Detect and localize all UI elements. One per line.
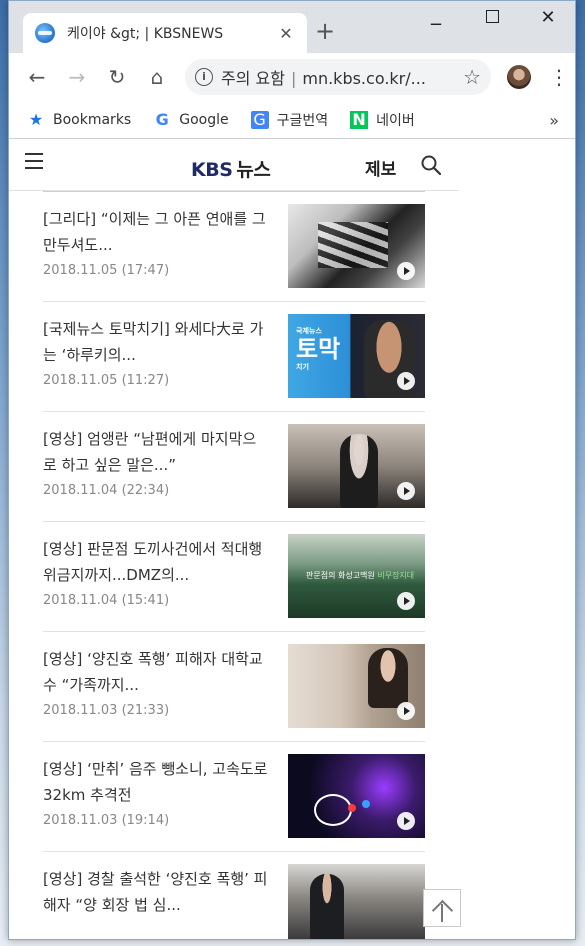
tab-close-icon[interactable]: ✕	[277, 24, 295, 43]
article-date: 2018.11.03 (21:33)	[43, 703, 170, 718]
list-item[interactable]: [영상] ‘양진호 폭행’ 피해자 대학교수 “가족까지... 2018.11.…	[43, 631, 425, 741]
tab-title: 케이야 &gt; | KBSNEWS	[67, 26, 224, 42]
article-date: 2018.11.05 (11:27)	[43, 373, 170, 388]
page-content: KBS 뉴스 제보 [그리다] “이제는 그 아픈 연애를 그만두셔도... 20…	[9, 139, 575, 939]
article-date: 2018.11.03 (19:14)	[43, 813, 170, 828]
article-title[interactable]: [영상] 경찰 출석한 ‘양진호 폭행’ 피해자 “양 회장 법 심...	[43, 866, 269, 918]
new-tab-button[interactable]: +	[315, 19, 335, 43]
article-date: 2018.11.04 (22:34)	[43, 483, 170, 498]
star-icon: ★	[28, 110, 44, 129]
address-text[interactable]: 주의 요함 | mn.kbs.co.kr/...	[221, 65, 457, 89]
scroll-to-top-button[interactable]	[423, 889, 461, 927]
reload-button[interactable]: ↻	[105, 65, 129, 89]
back-button[interactable]: ←	[25, 65, 49, 89]
play-icon[interactable]	[397, 262, 415, 280]
article-thumbnail[interactable]	[288, 424, 425, 508]
bookmark-label: Bookmarks	[53, 111, 132, 128]
forward-button[interactable]: →	[65, 65, 89, 89]
article-thumbnail[interactable]	[288, 644, 425, 728]
list-item[interactable]: [국제뉴스 토막치기] 와세다大로 가는 ‘하루키의... 2018.11.05…	[43, 301, 425, 411]
play-icon[interactable]	[397, 372, 415, 390]
info-icon[interactable]: i	[195, 68, 213, 86]
browser-toolbar: ← → ↻ ⌂ i 주의 요함 | mn.kbs.co.kr/... ☆ ⋮	[9, 53, 575, 101]
bookmark-label: 구글번역	[276, 112, 329, 129]
profile-avatar[interactable]	[507, 65, 531, 89]
maximize-button[interactable]	[477, 7, 507, 28]
bookmark-star-icon[interactable]: ☆	[463, 65, 481, 89]
list-item[interactable]: [그리다] “이제는 그 아픈 연애를 그만두셔도... 2018.11.05 …	[43, 191, 425, 301]
browser-menu-icon[interactable]: ⋮	[549, 65, 569, 89]
home-button[interactable]: ⌂	[145, 65, 169, 89]
thumbnail-caption: 판문점의 화성고맥원 비무장지대	[306, 571, 415, 580]
hamburger-menu-icon[interactable]	[25, 153, 43, 174]
bookmark-label: Google	[179, 111, 229, 128]
article-thumbnail[interactable]	[288, 754, 425, 838]
address-bar[interactable]: i 주의 요함 | mn.kbs.co.kr/... ☆	[185, 59, 491, 95]
bookmark-item-google[interactable]: G Google	[153, 110, 229, 129]
article-date: 2018.11.05 (17:47)	[43, 263, 170, 278]
play-icon[interactable]	[397, 592, 415, 610]
play-icon[interactable]	[397, 482, 415, 500]
maximize-icon	[485, 10, 499, 23]
logo-news-text: 뉴스	[236, 159, 271, 181]
article-title[interactable]: [그리다] “이제는 그 아픈 연애를 그만두셔도...	[43, 206, 269, 258]
play-icon[interactable]	[397, 812, 415, 830]
naver-icon: N	[350, 110, 369, 129]
close-window-button[interactable]: ✕	[533, 7, 563, 28]
minimize-button[interactable]: _	[421, 1, 451, 25]
bookmarks-more-button[interactable]: »	[549, 111, 559, 130]
article-list: [그리다] “이제는 그 아픈 연애를 그만두셔도... 2018.11.05 …	[43, 191, 425, 939]
browser-window: 케이야 &gt; | KBSNEWS ✕ + _ ✕ ← → ↻ ⌂ i 주의 …	[8, 0, 576, 940]
article-thumbnail[interactable]: 판문점의 화성고맥원 비무장지대	[288, 534, 425, 618]
article-thumbnail[interactable]	[288, 204, 425, 288]
list-item[interactable]: [영상] 경찰 출석한 ‘양진호 폭행’ 피해자 “양 회장 법 심...	[43, 851, 425, 939]
list-item[interactable]: [영상] ‘만취’ 음주 뺑소니, 고속도로 32km 추격전 2018.11.…	[43, 741, 425, 851]
url-text: mn.kbs.co.kr/...	[302, 69, 426, 88]
play-icon[interactable]	[397, 702, 415, 720]
article-date: 2018.11.04 (15:41)	[43, 593, 170, 608]
list-item[interactable]: [영상] 판문점 도끼사건에서 적대행위금지까지...DMZ의... 2018.…	[43, 521, 425, 631]
article-title[interactable]: [국제뉴스 토막치기] 와세다大로 가는 ‘하루키의...	[43, 316, 269, 368]
kbs-news-logo[interactable]: KBS 뉴스	[191, 155, 271, 182]
google-icon: G	[155, 110, 169, 129]
thumbnail-caption: 국제뉴스 토막 치기	[296, 327, 341, 371]
bookmark-label: 네이버	[376, 112, 415, 129]
bookmarks-bar: ★ Bookmarks G Google G 구글번역 N 네이버 »	[9, 101, 575, 139]
article-title[interactable]: [영상] 판문점 도끼사건에서 적대행위금지까지...DMZ의...	[43, 536, 269, 588]
search-icon[interactable]	[421, 155, 441, 175]
bookmark-item-translate[interactable]: G 구글번역	[250, 110, 329, 130]
logo-kbs-text: KBS	[191, 159, 233, 181]
title-bar: 케이야 &gt; | KBSNEWS ✕ + _ ✕	[9, 1, 575, 53]
bookmark-item-naver[interactable]: N 네이버	[350, 110, 415, 130]
translate-icon: G	[250, 110, 269, 129]
article-thumbnail[interactable]: 국제뉴스 토막 치기	[288, 314, 425, 398]
security-warning: 주의 요함	[221, 69, 285, 88]
article-title[interactable]: [영상] 엄앵란 “남편에게 마지막으로 하고 싶은 말은...”	[43, 426, 269, 478]
article-title[interactable]: [영상] ‘양진호 폭행’ 피해자 대학교수 “가족까지...	[43, 646, 269, 698]
list-item[interactable]: [영상] 엄앵란 “남편에게 마지막으로 하고 싶은 말은...” 2018.1…	[43, 411, 425, 521]
bookmark-item-bookmarks[interactable]: ★ Bookmarks	[27, 110, 131, 129]
report-link[interactable]: 제보	[365, 155, 396, 180]
article-thumbnail[interactable]	[288, 864, 425, 939]
browser-tab[interactable]: 케이야 &gt; | KBSNEWS ✕	[23, 13, 307, 53]
article-title[interactable]: [영상] ‘만취’ 음주 뺑소니, 고속도로 32km 추격전	[43, 756, 269, 808]
kbs-favicon-icon	[35, 23, 55, 43]
site-header: KBS 뉴스 제보	[9, 139, 459, 191]
